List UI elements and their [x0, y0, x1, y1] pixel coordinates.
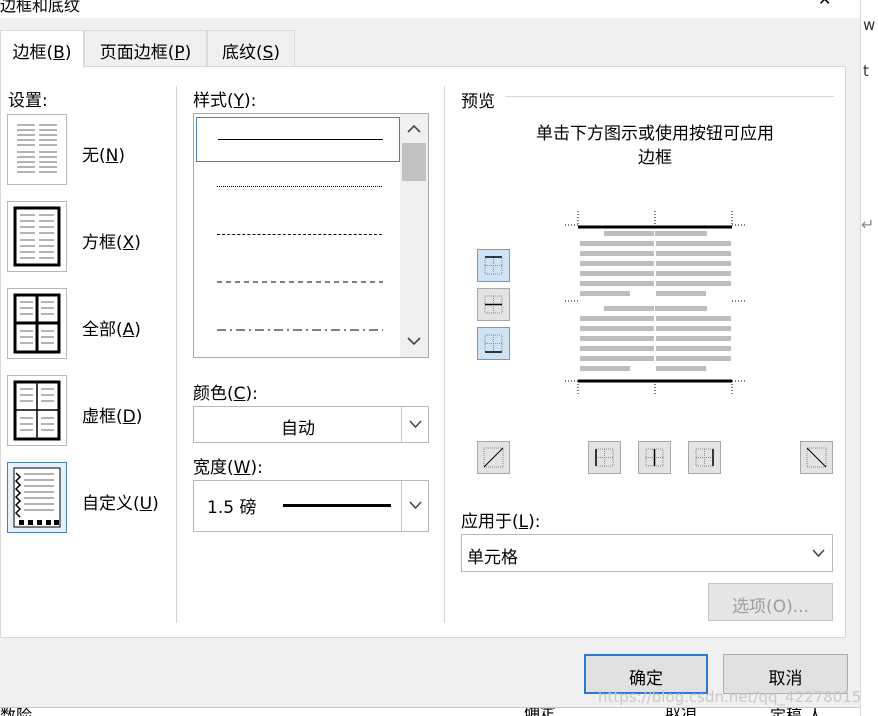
style-heading: 样式(Y): — [193, 91, 257, 111]
tab-label-close: ) — [184, 43, 192, 63]
line-style-dash[interactable] — [196, 259, 400, 304]
setting-grid-button[interactable] — [7, 375, 67, 446]
color-heading: 颜色(C): — [193, 384, 258, 404]
width-line-sample — [283, 504, 391, 507]
chevron-down-icon — [812, 549, 825, 558]
setting-all-icon — [13, 293, 61, 354]
width-dropdown[interactable] — [401, 481, 428, 531]
setting-heading: 设置: — [8, 91, 48, 111]
background-text: 数险 — [0, 708, 32, 716]
scroll-thumb[interactable] — [402, 143, 426, 181]
line-style-scrollbar[interactable] — [400, 114, 428, 357]
tab-bar: 边框(B) 页面边框(P) 底纹(S) — [0, 30, 860, 68]
setting-none-label[interactable]: 无(N) — [82, 141, 125, 166]
left-border-icon — [595, 448, 614, 467]
diagonal-down-border-button[interactable] — [800, 441, 833, 474]
color-dropdown[interactable] — [401, 407, 428, 442]
diagonal-up-border-button[interactable] — [477, 441, 510, 474]
line-sample — [217, 186, 382, 187]
background-text: t — [863, 62, 869, 80]
tab-label: 页面边框( — [99, 43, 175, 63]
bottom-border-icon — [484, 334, 503, 353]
preview-heading-rule — [505, 96, 834, 97]
tab-page-border[interactable]: 页面边框(P) — [84, 30, 207, 67]
line-sample — [217, 234, 382, 235]
setting-grid-icon — [13, 380, 61, 441]
line-style-dash-dot[interactable] — [196, 307, 400, 352]
setting-custom-button[interactable] — [7, 462, 67, 533]
dialog-title: 边框和底纹 — [0, 0, 81, 15]
inside-vertical-border-icon — [645, 448, 664, 467]
setting-none-button[interactable] — [7, 114, 67, 185]
watermark: https://blog.csdn.net/qq_42278015 — [598, 688, 862, 706]
close-icon[interactable]: ✕ — [818, 0, 831, 9]
chevron-down-icon — [409, 420, 422, 429]
tab-borders[interactable]: 边框(B) — [0, 30, 84, 68]
background-text: 确定 — [524, 708, 556, 716]
setting-grid-label[interactable]: 虚框(D) — [82, 402, 142, 427]
apply-to-select[interactable]: 单元格 — [461, 534, 833, 572]
background-document-strip: w t ↵ — [860, 0, 878, 716]
tab-label: 底纹( — [221, 43, 263, 63]
background-text: w — [863, 16, 876, 34]
line-sample — [217, 281, 383, 283]
apply-to-dropdown[interactable] — [805, 535, 832, 571]
tab-accelerator: B — [53, 43, 65, 63]
setting-box-button[interactable] — [7, 201, 67, 272]
column-divider — [444, 86, 445, 623]
tab-accelerator: S — [262, 43, 274, 63]
diagonal-up-icon — [483, 447, 504, 468]
setting-box-icon — [13, 206, 61, 267]
width-value: 1.5 磅 — [207, 498, 257, 518]
left-border-button[interactable] — [588, 441, 621, 474]
color-select[interactable]: 自动 — [193, 406, 429, 443]
setting-box-label[interactable]: 方框(X) — [82, 228, 141, 253]
setting-custom-icon — [13, 467, 61, 528]
background-text: 取消 — [665, 708, 697, 716]
inside-vertical-border-button[interactable] — [638, 441, 671, 474]
options-button[interactable]: 选项(O)... — [708, 583, 833, 621]
setting-custom-label[interactable]: 自定义(U) — [82, 489, 159, 514]
column-divider — [176, 86, 177, 623]
preview-hint: 单击下方图示或使用按钮可应用 边框 — [536, 124, 774, 168]
tab-label-close: ) — [273, 43, 281, 63]
apply-to-heading: 应用于(L): — [461, 512, 541, 532]
background-document-bottom: 数险 确定 取消 定稿 人 — [0, 707, 860, 716]
top-border-icon — [484, 256, 503, 275]
inside-horizontal-border-icon — [484, 295, 503, 314]
paragraph-mark-icon: ↵ — [861, 215, 875, 234]
line-sample — [217, 329, 383, 331]
line-style-fine-dash[interactable] — [196, 212, 400, 257]
tab-label-close: ) — [64, 43, 72, 63]
right-border-icon — [695, 448, 714, 467]
line-style-solid-selected[interactable] — [196, 117, 400, 162]
right-border-button[interactable] — [688, 441, 721, 474]
preview-heading: 预览 — [461, 92, 495, 112]
chevron-down-icon — [409, 501, 422, 510]
setting-all-label[interactable]: 全部(A) — [82, 315, 141, 340]
diagonal-down-icon — [806, 447, 827, 468]
dialog-titlebar: 边框和底纹 ✕ — [0, 0, 860, 18]
setting-none-icon — [17, 124, 57, 173]
inside-horizontal-border-button[interactable] — [477, 288, 510, 321]
color-value: 自动 — [281, 419, 315, 439]
scroll-up-icon[interactable] — [407, 124, 421, 134]
scroll-down-icon[interactable] — [407, 336, 421, 346]
bottom-border-button[interactable] — [477, 327, 510, 360]
top-border-button[interactable] — [477, 249, 510, 282]
width-heading: 宽度(W): — [193, 458, 263, 478]
tab-accelerator: P — [174, 43, 185, 63]
apply-to-value: 单元格 — [467, 548, 518, 568]
tab-shading[interactable]: 底纹(S) — [207, 30, 295, 67]
tab-label: 边框( — [12, 43, 54, 63]
line-style-dotted[interactable] — [196, 165, 400, 210]
preview-diagram[interactable] — [560, 205, 750, 400]
line-sample — [218, 139, 383, 140]
background-text: 定稿 人 — [770, 708, 823, 716]
width-select[interactable]: 1.5 磅 — [193, 480, 429, 532]
setting-all-button[interactable] — [7, 288, 67, 359]
